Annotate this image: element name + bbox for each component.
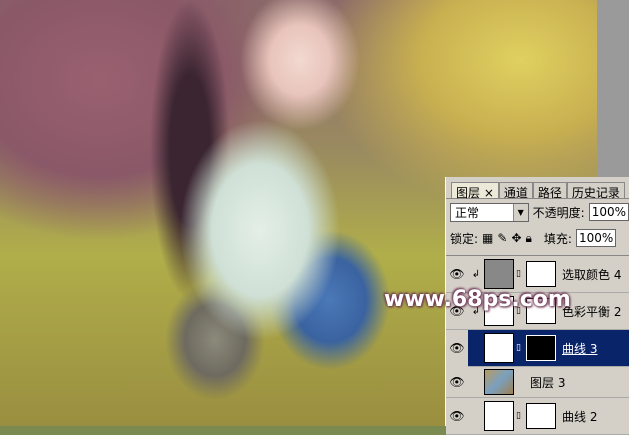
watermark: www.68ps.com: [384, 287, 571, 312]
curves-thumb: [484, 333, 514, 363]
layer-mask[interactable]: [526, 335, 556, 361]
lock-all-icon[interactable]: 🔒︎: [526, 231, 532, 246]
link-icon: ▯: [516, 343, 521, 353]
opacity-label: 不透明度:: [532, 205, 585, 220]
layer-name[interactable]: 曲线 3: [562, 340, 597, 357]
eye-icon[interactable]: 👁︎: [446, 329, 468, 367]
tab-layers[interactable]: 图层 ×: [451, 182, 499, 200]
fill-label: 填充:: [543, 231, 572, 246]
blend-row: 正常 ▼ 不透明度: 100%: [446, 199, 629, 225]
blend-mode-value: 正常: [455, 205, 480, 220]
panel-tabs: 图层 × 通道 路径 历史记录: [446, 177, 629, 200]
lock-transparency-icon[interactable]: ▦: [482, 231, 493, 245]
lock-label: 锁定:: [450, 231, 479, 246]
blend-mode-select[interactable]: 正常 ▼: [450, 202, 529, 222]
selective-color-thumb: [484, 259, 514, 289]
layer-mask[interactable]: [526, 403, 556, 429]
clip-arrow-icon: ↲: [471, 268, 481, 280]
layer-thumb: [484, 369, 514, 395]
layer-name: 图层 3: [530, 375, 566, 390]
eye-icon[interactable]: 👁︎: [446, 267, 468, 281]
curves-thumb: [484, 401, 514, 431]
layer-row[interactable]: 👁︎ ▯ 曲线 2: [446, 398, 629, 435]
fill-input[interactable]: 100%: [575, 229, 617, 247]
opacity-input[interactable]: 100%: [588, 203, 629, 221]
layer-mask[interactable]: [526, 261, 556, 287]
chevron-down-icon: ▼: [512, 203, 528, 221]
link-icon: ▯: [516, 411, 521, 421]
layer-row-selected[interactable]: 👁︎ ▯ 曲线 3: [446, 329, 629, 367]
layer-name[interactable]: 选取颜色 4: [562, 266, 621, 283]
eye-icon[interactable]: 👁︎: [446, 375, 468, 389]
canvas-background: [597, 0, 629, 177]
link-icon: ▯: [516, 269, 521, 279]
tab-channels[interactable]: 通道: [498, 182, 533, 200]
tab-history[interactable]: 历史记录: [566, 182, 625, 200]
lock-row: 锁定: ▦ ✎ ✥ 🔒︎ 填充: 100%: [446, 225, 629, 251]
layer-row[interactable]: 👁︎ 图层 3: [446, 367, 629, 398]
lock-brush-icon[interactable]: ✎: [497, 231, 507, 245]
tab-paths[interactable]: 路径: [532, 182, 567, 200]
lock-move-icon[interactable]: ✥: [511, 231, 521, 245]
layer-list: 👁︎ ↲ ▯ 选取颜色 4 👁︎ ↲ ▯ 色彩平衡 2 👁︎ ▯ 曲线 3 👁︎ 图…: [446, 255, 629, 435]
eye-icon[interactable]: 👁︎: [446, 409, 468, 423]
layer-name: 曲线 2: [562, 409, 598, 424]
